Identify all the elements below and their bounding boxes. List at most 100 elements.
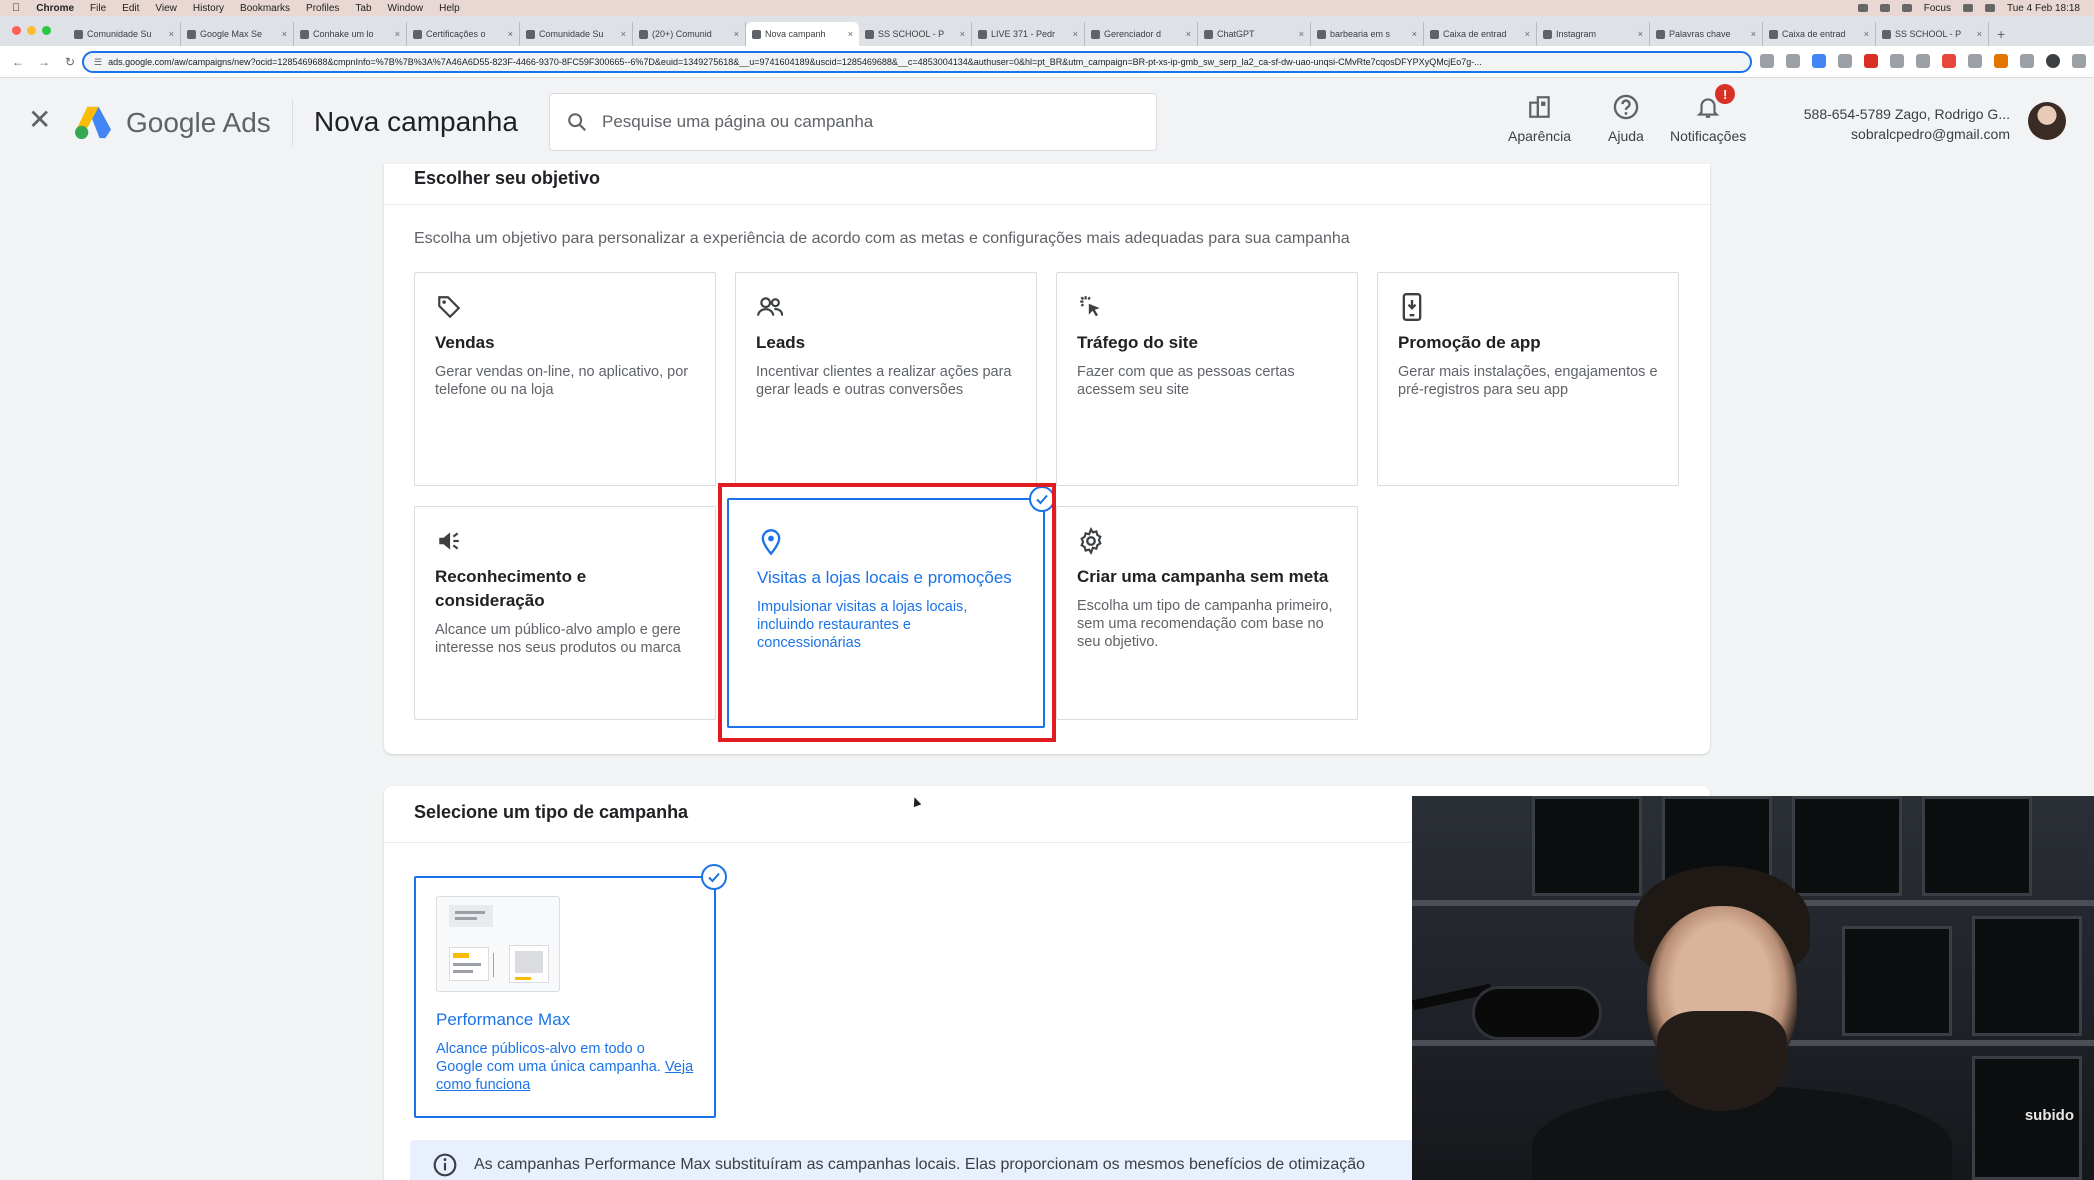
appearance-button[interactable]: Aparência <box>1508 92 1571 144</box>
status-icon[interactable] <box>1857 4 1868 12</box>
back-icon[interactable]: ← <box>10 55 26 69</box>
browser-tab[interactable]: Palavras chave × <box>1650 22 1763 46</box>
extension-icon[interactable] <box>1994 54 2008 68</box>
tab-close-icon[interactable]: × <box>1412 29 1417 39</box>
tab-close-icon[interactable]: × <box>1073 29 1078 39</box>
tab-close-icon[interactable]: × <box>1638 29 1643 39</box>
tab-close-icon[interactable]: × <box>960 29 965 39</box>
tab-close-icon[interactable]: × <box>508 29 513 39</box>
objective-local-store-visits[interactable]: Visitas a lojas locais e promoções Impul… <box>727 498 1045 728</box>
tab-close-icon[interactable]: × <box>169 29 174 39</box>
site-info-icon[interactable]: ☰ <box>94 57 102 68</box>
browser-tab[interactable]: ChatGPT × <box>1198 22 1311 46</box>
browser-tab[interactable]: Instagram × <box>1537 22 1650 46</box>
close-window-button[interactable] <box>12 26 21 35</box>
browser-tab[interactable]: barbearia em s × <box>1311 22 1424 46</box>
focus-status[interactable]: Focus <box>1924 3 1951 14</box>
address-bar[interactable]: ☰ ads.google.com/aw/campaigns/new?ocid=1… <box>82 51 1752 73</box>
menu-kebab-icon[interactable] <box>2072 54 2086 68</box>
menu-profiles[interactable]: Profiles <box>306 3 339 14</box>
campaign-type-performance-max[interactable]: Performance Max Alcance públicos-alvo em… <box>414 876 716 1118</box>
minimize-window-button[interactable] <box>27 26 36 35</box>
google-ads-logo <box>75 106 111 140</box>
close-icon[interactable]: ✕ <box>28 106 51 134</box>
objective-leads[interactable]: Leads Incentivar clientes a realizar açõ… <box>735 272 1037 486</box>
account-info[interactable]: 588-654-5789 Zago, Rodrigo G... sobralcp… <box>1804 104 2010 144</box>
forward-icon[interactable]: → <box>36 55 52 69</box>
tab-close-icon[interactable]: × <box>621 29 626 39</box>
browser-tab[interactable]: Conhake um lo × <box>294 22 407 46</box>
browser-tab[interactable]: Nova campanh × <box>746 22 859 46</box>
status-icon[interactable] <box>1901 4 1912 12</box>
extension-icon[interactable] <box>1942 54 1956 68</box>
browser-tab[interactable]: Gerenciador d × <box>1085 22 1198 46</box>
tab-close-icon[interactable]: × <box>1525 29 1530 39</box>
tab-close-icon[interactable]: × <box>1186 29 1191 39</box>
avatar[interactable] <box>2028 102 2066 140</box>
menu-view[interactable]: View <box>155 3 177 14</box>
objective-no-goal[interactable]: Criar uma campanha sem meta Escolha um t… <box>1056 506 1358 720</box>
new-tab-button[interactable]: + <box>1989 26 2013 46</box>
extension-icon[interactable] <box>1812 54 1826 68</box>
menu-bookmarks[interactable]: Bookmarks <box>240 3 290 14</box>
browser-tab[interactable]: Comunidade Su × <box>520 22 633 46</box>
extension-icon[interactable] <box>2020 54 2034 68</box>
menu-file[interactable]: File <box>90 3 106 14</box>
extension-icon[interactable] <box>1760 54 1774 68</box>
menu-app-name[interactable]: Chrome <box>36 3 74 14</box>
tab-close-icon[interactable]: × <box>848 29 853 39</box>
browser-tab[interactable]: LIVE 371 - Pedr × <box>972 22 1085 46</box>
tab-close-icon[interactable]: × <box>395 29 400 39</box>
menu-help[interactable]: Help <box>439 3 460 14</box>
extension-icon[interactable] <box>1786 54 1800 68</box>
zoom-window-button[interactable] <box>42 26 51 35</box>
browser-tab[interactable]: (20+) Comunid × <box>633 22 746 46</box>
tab-close-icon[interactable]: × <box>734 29 739 39</box>
reload-icon[interactable]: ↻ <box>62 55 78 69</box>
tab-favicon <box>1882 29 1891 39</box>
tab-title: Caixa de entrad <box>1782 29 1846 39</box>
extension-icon[interactable] <box>1890 54 1904 68</box>
extension-icon[interactable] <box>1864 54 1878 68</box>
tab-title: ChatGPT <box>1217 29 1255 39</box>
objective-app-promotion[interactable]: Promoção de app Gerar mais instalações, … <box>1377 272 1679 486</box>
wifi-icon[interactable] <box>1962 4 1973 12</box>
search-input[interactable]: Pesquise uma página ou campanha <box>549 93 1157 151</box>
tab-title: Google Max Se <box>200 29 263 39</box>
browser-tab[interactable]: Caixa de entrad × <box>1763 22 1876 46</box>
objective-awareness[interactable]: Reconhecimento e consideração Alcance um… <box>414 506 716 720</box>
browser-tab[interactable]: SS SCHOOL - P × <box>1876 22 1989 46</box>
objective-name: Criar uma campanha sem meta <box>1077 567 1329 586</box>
extension-icon[interactable] <box>1916 54 1930 68</box>
help-button[interactable]: Ajuda <box>1608 92 1644 144</box>
tab-close-icon[interactable]: × <box>1864 29 1869 39</box>
control-center-icon[interactable] <box>1984 4 1995 12</box>
browser-tab[interactable]: SS SCHOOL - P × <box>859 22 972 46</box>
status-icon[interactable] <box>1879 4 1890 12</box>
clock[interactable]: Tue 4 Feb 18:18 <box>2007 3 2080 14</box>
tab-close-icon[interactable]: × <box>1751 29 1756 39</box>
objective-website-traffic[interactable]: Tráfego do site Fazer com que as pessoas… <box>1056 272 1358 486</box>
account-email: sobralcpedro@gmail.com <box>1851 126 2010 142</box>
objective-sales[interactable]: Vendas Gerar vendas on-line, no aplicati… <box>414 272 716 486</box>
browser-tab[interactable]: Google Max Se × <box>181 22 294 46</box>
profile-icon[interactable] <box>2046 54 2060 68</box>
extension-icon[interactable] <box>1968 54 1982 68</box>
extension-icon[interactable] <box>1838 54 1852 68</box>
browser-tab[interactable]: Certificações o × <box>407 22 520 46</box>
tab-title: Gerenciador d <box>1104 29 1162 39</box>
tab-close-icon[interactable]: × <box>282 29 287 39</box>
macos-menu-bar:  Chrome File Edit View History Bookmark… <box>0 0 2094 16</box>
menu-tab[interactable]: Tab <box>355 3 371 14</box>
tab-close-icon[interactable]: × <box>1977 29 1982 39</box>
menu-edit[interactable]: Edit <box>122 3 139 14</box>
browser-tab[interactable]: Comunidade Su × <box>68 22 181 46</box>
objective-name: Visitas a lojas locais e promoções <box>757 568 1012 587</box>
menu-history[interactable]: History <box>193 3 224 14</box>
url-text[interactable]: ads.google.com/aw/campaigns/new?ocid=128… <box>108 57 1740 67</box>
apple-icon[interactable]:  <box>12 2 20 14</box>
notifications-button[interactable]: ! Notificações <box>1670 84 1746 144</box>
menu-window[interactable]: Window <box>388 3 424 14</box>
browser-tab[interactable]: Caixa de entrad × <box>1424 22 1537 46</box>
tab-close-icon[interactable]: × <box>1299 29 1304 39</box>
